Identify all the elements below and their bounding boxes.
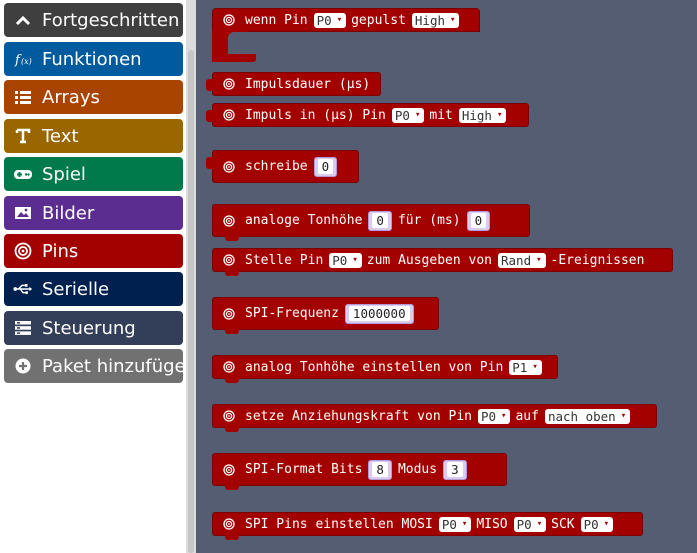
- dropdown-arrow-icon: ▾: [450, 14, 456, 25]
- pulse-duration-block[interactable]: Impulsdauer (µs): [206, 72, 381, 96]
- chevron-up-icon: [13, 10, 33, 30]
- category-label: Bilder: [42, 202, 95, 224]
- dropdown-arrow-icon: ▾: [620, 410, 627, 421]
- category-serielle[interactable]: Serielle: [4, 272, 183, 306]
- category-spiel[interactable]: Spiel: [4, 157, 183, 191]
- dropdown-arrow-icon: ▾: [461, 518, 468, 529]
- pin-dropdown[interactable]: P0 ▾: [477, 408, 511, 424]
- text-icon: [13, 126, 33, 146]
- image-icon: [13, 203, 33, 223]
- level-dropdown[interactable]: High ▾: [411, 12, 460, 28]
- category-label: Pins: [42, 240, 79, 262]
- mode-input[interactable]: 3: [443, 459, 467, 480]
- pin-icon: [221, 359, 237, 375]
- mosi-dropdown[interactable]: P0 ▾: [438, 516, 472, 532]
- miso-dropdown[interactable]: P0 ▾: [513, 516, 547, 532]
- block-flyout: wenn Pin P0 ▾ gepulst High ▾ Impulsdauer (…: [196, 0, 697, 553]
- analog-set-pitch-pin-block[interactable]: analog Tonhöhe einstellen von Pin P1 ▾: [212, 355, 558, 383]
- pin-icon: [221, 76, 237, 92]
- value-input[interactable]: 0: [313, 156, 338, 177]
- gamepad-icon: [13, 164, 33, 184]
- set-pull-block[interactable]: setze Anziehungskraft von Pin P0 ▾ auf na…: [212, 404, 657, 432]
- category-label: Text: [42, 125, 79, 147]
- frequency-input[interactable]: 0: [368, 210, 392, 231]
- pin-dropdown[interactable]: P1 ▾: [509, 359, 542, 375]
- spi-pins-block[interactable]: SPI Pins einstellen MOSI P0 ▾ MISO P0 ▾ SC…: [212, 512, 643, 540]
- pin-icon: [13, 241, 33, 261]
- category-label: Spiel: [42, 163, 86, 185]
- category-label: Steuerung: [42, 317, 136, 339]
- pin-icon: [221, 12, 237, 28]
- category-label: Arrays: [42, 86, 100, 108]
- category-label: Paket hinzufügen: [42, 355, 183, 377]
- pin-icon: [221, 306, 237, 322]
- add-icon: [13, 356, 33, 376]
- level-dropdown[interactable]: High ▾: [458, 107, 507, 123]
- usb-icon: [13, 279, 33, 299]
- pin-dropdown[interactable]: P0 ▾: [329, 252, 362, 268]
- dropdown-arrow-icon: ▾: [414, 109, 421, 120]
- category-pins[interactable]: Pins: [4, 234, 183, 268]
- set-pin-events-block[interactable]: Stelle Pin P0 ▾ zum Ausgeben von Rand ▾ -E…: [212, 248, 673, 276]
- pin-icon: [221, 408, 237, 424]
- pulse-in-block[interactable]: Impuls in (µs) Pin P0 ▾ mit High ▾: [206, 103, 529, 127]
- category-text[interactable]: Text: [4, 119, 183, 153]
- dropdown-arrow-icon: ▾: [603, 518, 610, 529]
- list-icon: [13, 87, 33, 107]
- pin-icon: [221, 462, 237, 478]
- category-arrays[interactable]: Arrays: [4, 80, 183, 114]
- sck-dropdown[interactable]: P0 ▾: [580, 516, 614, 532]
- svg-text:(x): (x): [21, 57, 32, 66]
- pin-icon: [221, 107, 237, 123]
- category-paket-hinzufuegen[interactable]: Paket hinzufügen: [4, 349, 183, 383]
- spi-format-block[interactable]: SPI-Format Bits 8 Modus 3: [212, 453, 507, 490]
- category-bilder[interactable]: Bilder: [4, 196, 183, 230]
- pull-direction-dropdown[interactable]: nach oben ▾: [544, 408, 631, 424]
- analog-pitch-block[interactable]: analoge Tonhöhe 0 für (ms) 0: [212, 204, 530, 241]
- pin-icon: [221, 516, 237, 532]
- pin-dropdown[interactable]: P0 ▾: [391, 107, 425, 123]
- pin-icon: [221, 159, 237, 175]
- frequency-input[interactable]: 1000000: [344, 303, 414, 324]
- pin-dropdown[interactable]: P0 ▾: [313, 12, 347, 28]
- on-pin-pulsed-header[interactable]: wenn Pin P0 ▾ gepulst High ▾: [212, 8, 480, 32]
- dropdown-arrow-icon: ▾: [501, 410, 507, 421]
- spi-frequency-block[interactable]: SPI-Frequenz 1000000: [212, 297, 439, 334]
- category-steuerung[interactable]: Steuerung: [4, 311, 183, 345]
- write-block[interactable]: schreibe 0: [206, 150, 359, 183]
- event-type-dropdown[interactable]: Rand ▾: [498, 252, 546, 268]
- dropdown-arrow-icon: ▾: [496, 109, 503, 120]
- pin-icon: [221, 252, 237, 268]
- duration-input[interactable]: 0: [466, 210, 491, 231]
- category-fortgeschritten[interactable]: Fortgeschritten: [4, 3, 183, 37]
- control-icon: [13, 318, 33, 338]
- on-pin-pulsed-block[interactable]: wenn Pin P0 ▾ gepulst High ▾: [212, 8, 482, 70]
- toolbox-scrollbar-thumb[interactable]: [188, 50, 194, 553]
- dropdown-arrow-icon: ▾: [336, 14, 343, 25]
- bits-input[interactable]: 8: [368, 459, 392, 480]
- dropdown-arrow-icon: ▾: [532, 361, 538, 372]
- function-icon: f (x): [13, 49, 33, 69]
- category-funktionen[interactable]: f (x) Funktionen: [4, 42, 183, 76]
- category-label: Serielle: [42, 278, 110, 300]
- pin-icon: [221, 213, 237, 229]
- category-label: Funktionen: [42, 48, 142, 70]
- category-label: Fortgeschritten: [42, 9, 180, 31]
- toolbox: Fortgeschritten f (x) Funktionen Arrays T…: [0, 0, 196, 553]
- dropdown-arrow-icon: ▾: [536, 518, 543, 529]
- dropdown-arrow-icon: ▾: [536, 254, 542, 265]
- dropdown-arrow-icon: ▾: [352, 254, 358, 265]
